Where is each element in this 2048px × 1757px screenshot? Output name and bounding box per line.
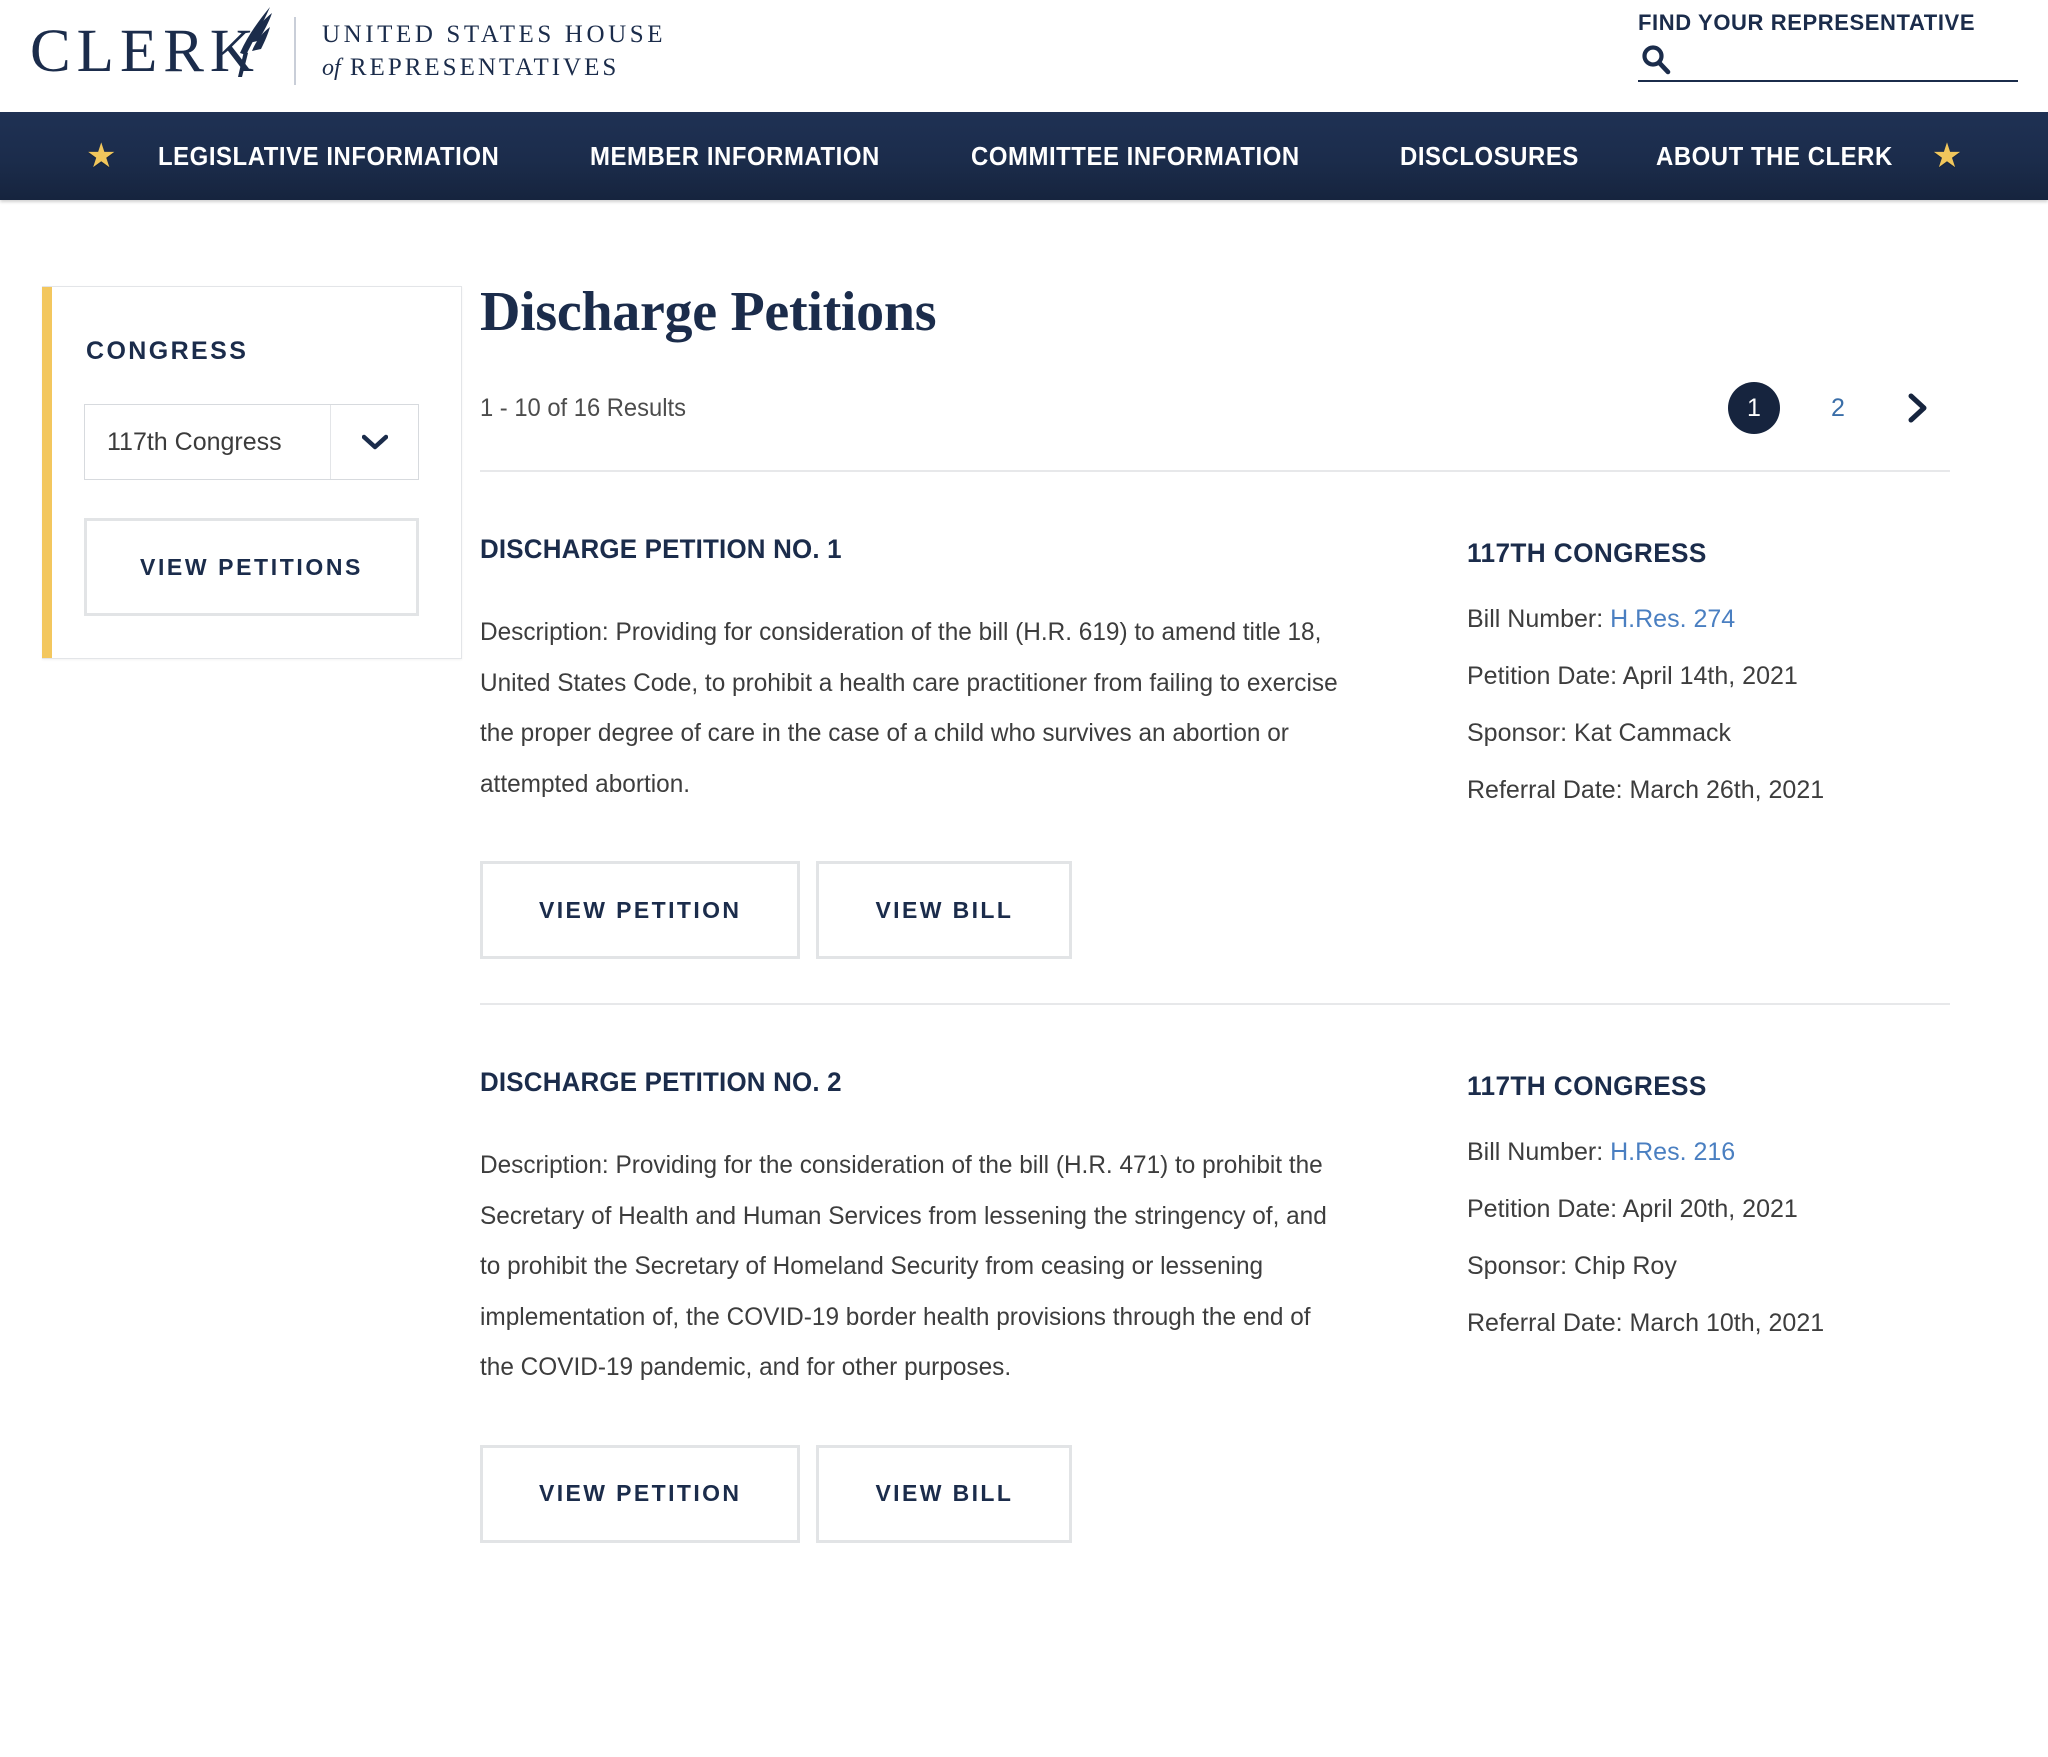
- logo-subtitle: UNITED STATES HOUSE of REPRESENTATIVES: [322, 18, 666, 85]
- petition-sponsor: Sponsor: Chip Roy: [1467, 1252, 1677, 1280]
- pagination: 1 2: [1728, 382, 1950, 434]
- view-bill-button[interactable]: VIEW BILL: [816, 1444, 1073, 1543]
- pagination-page-2[interactable]: 2: [1812, 382, 1864, 434]
- petition-details: DISCHARGE PETITION NO. 2 Description: Pr…: [480, 1067, 1385, 1543]
- petition-congress: 117TH CONGRESS: [1467, 538, 1707, 568]
- results-count: 1 - 10 of 16 Results: [480, 393, 686, 422]
- logo-subtitle-of: of: [321, 54, 341, 81]
- petition-bill-number: Bill Number: H.Res. 216: [1467, 1138, 1950, 1167]
- page-body: CONGRESS 117th Congress VIEW PETITIONS D…: [0, 200, 2048, 1543]
- logo-subtitle-reps: REPRESENTATIVES: [349, 53, 620, 81]
- view-petitions-button[interactable]: VIEW PETITIONS: [84, 518, 419, 616]
- logo-subtitle-line1: UNITED STATES HOUSE: [321, 20, 667, 48]
- nav-item-about-the-clerk[interactable]: ABOUT THE CLERK: [1656, 141, 1893, 172]
- view-petition-button[interactable]: VIEW PETITION: [480, 1444, 801, 1543]
- petition-meta: 117TH CONGRESS Bill Number: H.Res. 274 P…: [1385, 534, 1950, 959]
- bill-number-label: Bill Number:: [1467, 1138, 1604, 1166]
- nav-item-committee-information[interactable]: COMMITTEE INFORMATION: [971, 141, 1300, 172]
- chevron-down-icon[interactable]: [330, 405, 418, 479]
- congress-select-value: 117th Congress: [107, 427, 282, 456]
- petition-item: DISCHARGE PETITION NO. 2 Description: Pr…: [480, 1005, 1950, 1543]
- nav-item-member-information[interactable]: MEMBER INFORMATION: [590, 141, 880, 172]
- page-title: Discharge Petitions: [480, 281, 937, 343]
- search-icon[interactable]: [1638, 42, 1674, 78]
- petition-bill-number: Bill Number: H.Res. 274: [1467, 605, 1950, 634]
- star-icon: ★: [86, 137, 117, 175]
- petition-actions: VIEW PETITION VIEW BILL: [480, 861, 1385, 959]
- congress-filter-card: CONGRESS 117th Congress VIEW PETITIONS: [42, 286, 462, 659]
- congress-select[interactable]: 117th Congress: [84, 404, 419, 480]
- star-icon: ★: [1931, 137, 1963, 175]
- results-row: 1 - 10 of 16 Results 1 2: [480, 382, 1950, 434]
- bill-number-link[interactable]: H.Res. 216: [1610, 1138, 1735, 1166]
- find-your-representative: FIND YOUR REPRESENTATIVE: [1638, 10, 2018, 82]
- petition-description: Description: Providing for the considera…: [480, 1151, 1327, 1381]
- pagination-page-1[interactable]: 1: [1728, 382, 1780, 434]
- petition-sponsor: Sponsor: Kat Cammack: [1467, 719, 1731, 747]
- view-bill-button[interactable]: VIEW BILL: [816, 861, 1073, 959]
- nav-item-legislative-information[interactable]: LEGISLATIVE INFORMATION: [158, 141, 499, 172]
- petition-title[interactable]: DISCHARGE PETITION NO. 2: [480, 1067, 1349, 1098]
- view-petition-button[interactable]: VIEW PETITION: [480, 861, 801, 959]
- petition-date: Petition Date: April 14th, 2021: [1467, 662, 1798, 690]
- quill-icon: [236, 5, 276, 85]
- filter-title-congress: CONGRESS: [86, 337, 249, 365]
- bill-number-label: Bill Number:: [1467, 605, 1604, 633]
- petition-date: Petition Date: April 20th, 2021: [1467, 1195, 1798, 1223]
- site-header: CLERK UNITED STATES HOUSE of REPRESENTAT…: [0, 0, 2048, 112]
- nav-item-disclosures[interactable]: DISCLOSURES: [1400, 141, 1579, 172]
- petition-referral-date: Referral Date: March 26th, 2021: [1467, 776, 1825, 804]
- petition-details: DISCHARGE PETITION NO. 1 Description: Pr…: [480, 534, 1385, 959]
- logo-divider: [293, 17, 296, 85]
- site-logo[interactable]: CLERK UNITED STATES HOUSE of REPRESENTAT…: [30, 5, 666, 94]
- chevron-right-icon[interactable]: [1896, 386, 1940, 430]
- petition-referral-date: Referral Date: March 10th, 2021: [1467, 1309, 1825, 1337]
- petition-item: DISCHARGE PETITION NO. 1 Description: Pr…: [480, 472, 1950, 959]
- petition-congress: 117TH CONGRESS: [1467, 1071, 1707, 1101]
- petition-description: Description: Providing for consideration…: [480, 618, 1338, 798]
- logo-wordmark: CLERK: [30, 17, 260, 85]
- nav-items: LEGISLATIVE INFORMATION MEMBER INFORMATI…: [158, 139, 2016, 173]
- petition-actions: VIEW PETITION VIEW BILL: [480, 1444, 1385, 1543]
- main-content: Discharge Petitions 1 - 10 of 16 Results…: [470, 281, 2048, 1543]
- find-rep-label: FIND YOUR REPRESENTATIVE: [1638, 10, 1976, 35]
- find-rep-input[interactable]: [1674, 52, 2018, 78]
- find-rep-search-row: [1638, 42, 2018, 82]
- petition-title[interactable]: DISCHARGE PETITION NO. 1: [480, 534, 1349, 565]
- sidebar: CONGRESS 117th Congress VIEW PETITIONS: [0, 286, 470, 1543]
- petition-meta: 117TH CONGRESS Bill Number: H.Res. 216 P…: [1385, 1067, 1950, 1543]
- logo-subtitle-line2: of REPRESENTATIVES: [322, 51, 666, 85]
- bill-number-link[interactable]: H.Res. 274: [1610, 605, 1735, 633]
- main-navigation: ★ LEGISLATIVE INFORMATION MEMBER INFORMA…: [0, 112, 2048, 200]
